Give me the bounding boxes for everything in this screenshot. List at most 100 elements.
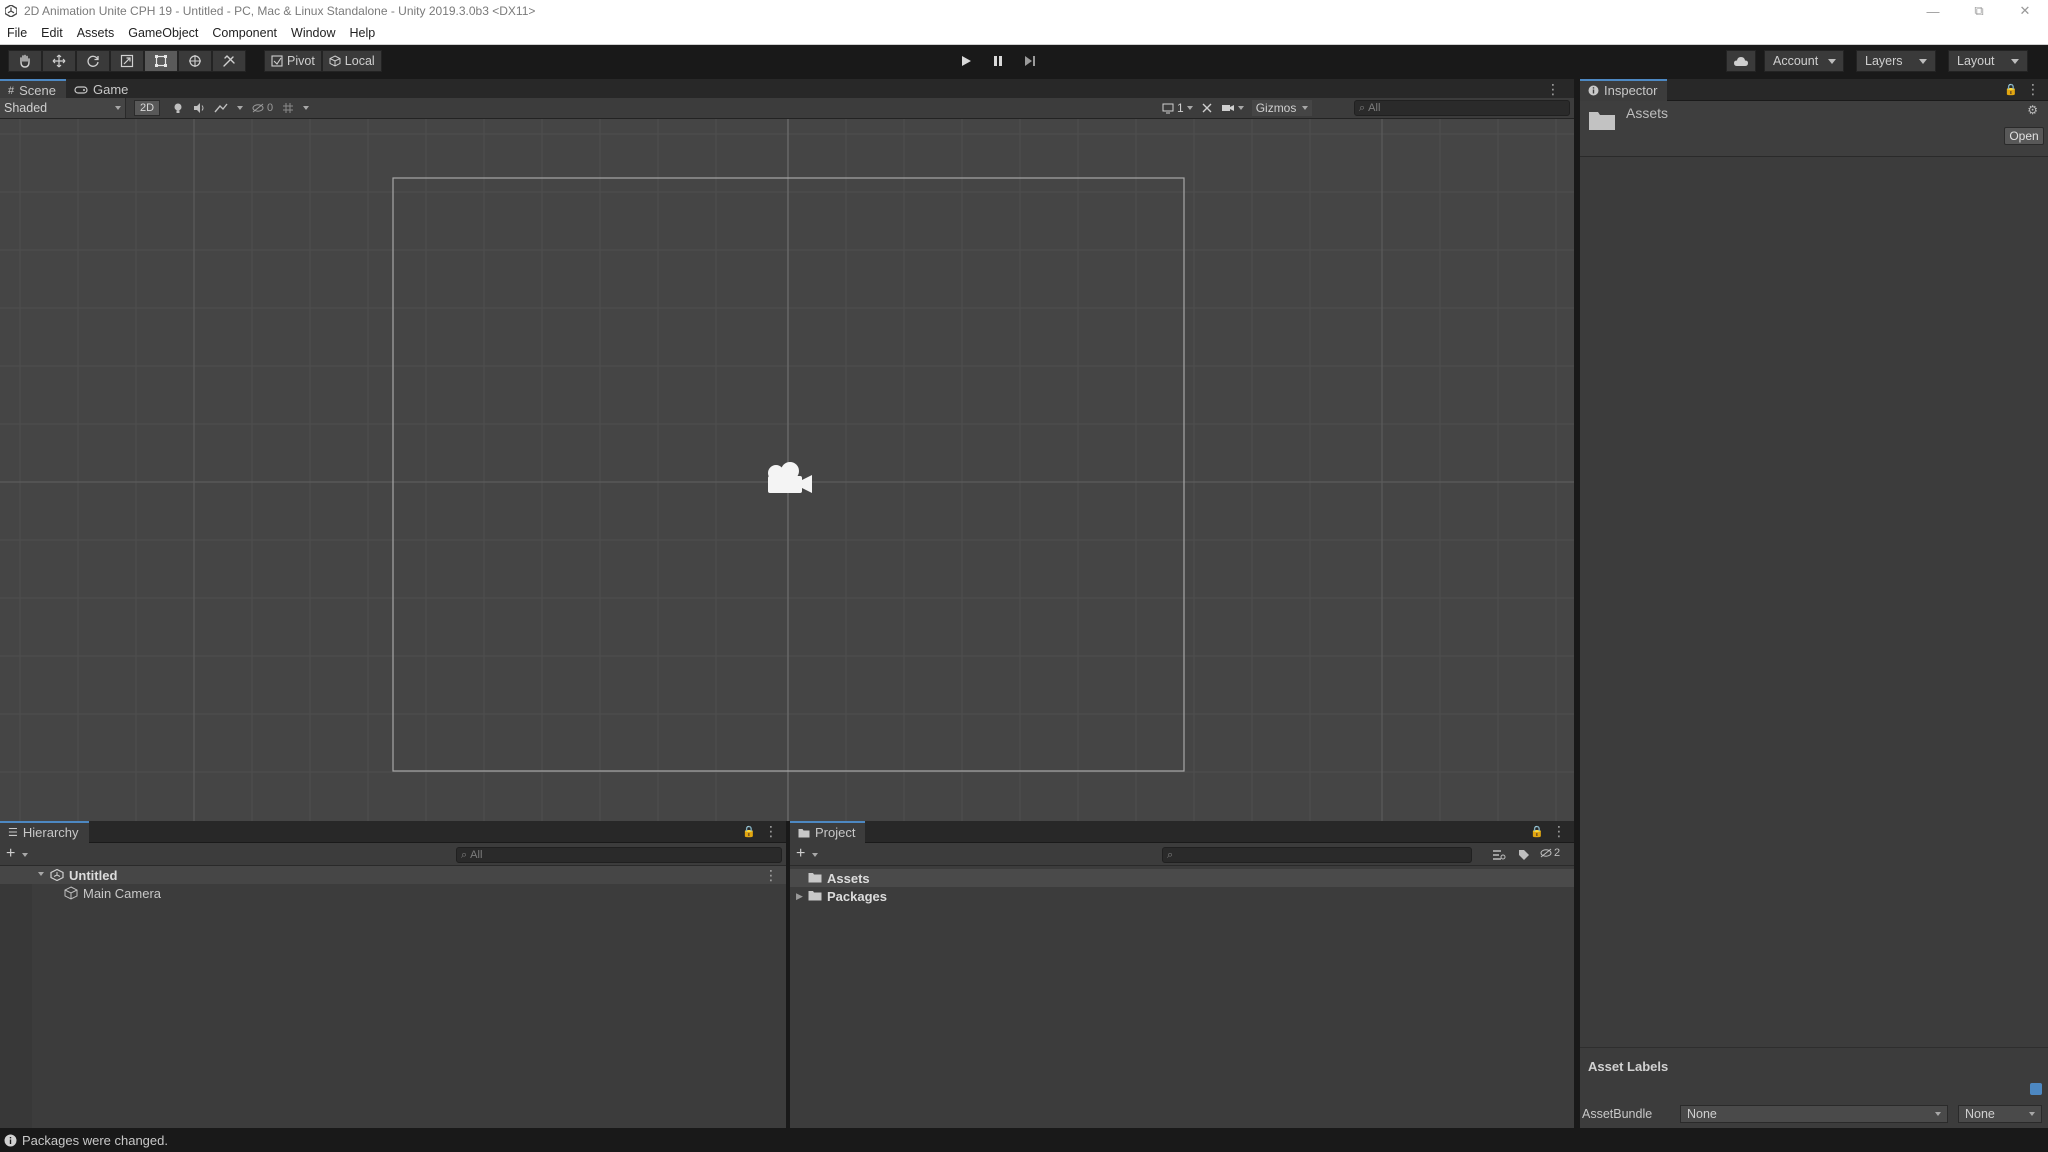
- project-folder-row[interactable]: ▶ Packages: [790, 887, 1574, 905]
- folder-icon: [808, 891, 822, 901]
- main-camera-gizmo-icon[interactable]: [762, 458, 814, 498]
- lock-icon[interactable]: 🔒: [742, 825, 764, 838]
- audio-speaker-icon[interactable]: [193, 102, 205, 114]
- lock-icon[interactable]: 🔒: [1530, 825, 1552, 838]
- tab-project[interactable]: Project: [790, 820, 866, 843]
- tools-wrench-icon: [223, 55, 235, 67]
- scene-search-input[interactable]: ⌕ All: [1354, 100, 1570, 116]
- menu-assets[interactable]: Assets: [70, 22, 122, 45]
- panel-menu-icon[interactable]: ⋮: [1546, 81, 1574, 98]
- effects-icon[interactable]: [214, 102, 228, 114]
- chevron-down-icon[interactable]: [303, 106, 310, 110]
- cloud-button[interactable]: [1726, 50, 1756, 72]
- chevron-down-icon: [1828, 58, 1837, 64]
- chevron-down-icon[interactable]: [22, 853, 28, 857]
- hidden-objects-toggle[interactable]: 0: [252, 102, 273, 114]
- window-titlebar: 2D Animation Unite CPH 19 - Untitled - P…: [0, 0, 2048, 22]
- layout-dropdown[interactable]: Layout: [1948, 50, 2028, 72]
- scene-camera-dropdown[interactable]: [1221, 103, 1244, 113]
- hidden-packages-toggle[interactable]: 2: [1540, 847, 1560, 859]
- unity-scene-icon: [50, 869, 64, 881]
- search-by-type-icon[interactable]: [1492, 849, 1506, 861]
- custom-tool-button[interactable]: [212, 50, 246, 72]
- scale-tool-button[interactable]: [110, 50, 144, 72]
- tab-inspector[interactable]: Inspector: [1580, 78, 1668, 101]
- inspector-tabbar: Inspector 🔒 ⋮: [1580, 78, 2048, 101]
- add-object-button[interactable]: +: [6, 845, 15, 863]
- grid-toggle-icon[interactable]: [282, 102, 294, 114]
- open-button[interactable]: Open: [2004, 127, 2044, 145]
- chevron-down-icon: [1186, 106, 1193, 110]
- cloud-icon: [1734, 57, 1748, 66]
- transform-tool-button[interactable]: [178, 50, 212, 72]
- assetbundle-variant-dropdown[interactable]: None: [1958, 1105, 2042, 1123]
- scene-viewport[interactable]: [0, 119, 1574, 821]
- rotate-tool-button[interactable]: [76, 50, 110, 72]
- gizmos-dropdown[interactable]: Gizmos: [1251, 100, 1313, 116]
- scene-name: Untitled: [69, 867, 118, 883]
- assetbundle-dropdown[interactable]: None: [1680, 1105, 1948, 1123]
- menu-edit[interactable]: Edit: [34, 22, 70, 45]
- account-dropdown[interactable]: Account: [1764, 50, 1844, 72]
- menu-gameobject[interactable]: GameObject: [121, 22, 205, 45]
- lighting-bulb-icon[interactable]: [172, 102, 184, 114]
- minimize-icon[interactable]: —: [1910, 0, 1956, 22]
- pause-icon: [994, 56, 1002, 66]
- step-button[interactable]: [1014, 50, 1046, 72]
- layers-label: Layers: [1865, 54, 1903, 68]
- panel-menu-icon[interactable]: ⋮: [764, 823, 786, 840]
- scene-right-controls: 1 Gizmos: [1162, 100, 1313, 116]
- chevron-right-icon[interactable]: ▶: [796, 891, 803, 902]
- scene-root-row[interactable]: Untitled ⋮: [0, 866, 786, 884]
- tab-hierarchy[interactable]: ☰ Hierarchy: [0, 820, 89, 843]
- project-search-input[interactable]: ⌕: [1162, 847, 1472, 863]
- menu-component[interactable]: Component: [205, 22, 284, 45]
- menu-help[interactable]: Help: [342, 22, 382, 45]
- pivot-toggle-button[interactable]: Pivot: [264, 50, 322, 72]
- panel-menu-icon[interactable]: ⋮: [1552, 823, 1574, 840]
- chevron-down-icon[interactable]: [38, 872, 44, 876]
- mode-2d-toggle[interactable]: 2D: [134, 100, 160, 116]
- chevron-down-icon[interactable]: [812, 853, 818, 857]
- restore-icon[interactable]: ⧉: [1956, 0, 2002, 22]
- hierarchy-search-placeholder: All: [470, 849, 483, 861]
- settings-gear-icon[interactable]: ⚙: [2027, 103, 2038, 117]
- gizmos-label: Gizmos: [1255, 101, 1297, 115]
- chevron-down-icon: [2029, 1112, 2035, 1116]
- project-folder-row[interactable]: Assets: [790, 869, 1574, 887]
- pause-button[interactable]: [982, 50, 1014, 72]
- move-tool-button[interactable]: [42, 50, 76, 72]
- camera-count-dropdown[interactable]: 1: [1162, 101, 1193, 115]
- scene-menu-icon[interactable]: ⋮: [764, 867, 778, 884]
- close-icon[interactable]: ✕: [2002, 0, 2048, 22]
- label-tag-icon[interactable]: [1518, 849, 1530, 861]
- step-forward-icon: [1025, 56, 1035, 66]
- menu-file[interactable]: File: [0, 22, 34, 45]
- tab-inspector-label: Inspector: [1604, 83, 1658, 98]
- panel-menu-icon[interactable]: ⋮: [2026, 81, 2048, 98]
- menu-window[interactable]: Window: [284, 22, 342, 45]
- shading-mode-dropdown[interactable]: Shaded: [0, 98, 126, 118]
- local-toggle-button[interactable]: Local: [321, 50, 382, 72]
- label-tag-icon[interactable]: [2030, 1083, 2042, 1095]
- status-bar: Packages were changed.: [0, 1128, 2048, 1152]
- hand-tool-button[interactable]: [8, 50, 42, 72]
- lock-icon[interactable]: 🔒: [2004, 83, 2026, 96]
- tab-project-label: Project: [815, 825, 856, 840]
- play-button[interactable]: [950, 50, 982, 72]
- hidden-count: 0: [267, 102, 274, 114]
- hidden-packages-count: 2: [1554, 847, 1561, 859]
- gameobject-cube-icon: [64, 886, 78, 900]
- inspector-panel: Assets ⚙ Open Asset Labels AssetBundle N…: [1580, 101, 2048, 1128]
- hierarchy-item[interactable]: Main Camera: [0, 884, 786, 902]
- tools-cross-icon[interactable]: [1201, 102, 1213, 114]
- layers-dropdown[interactable]: Layers: [1856, 50, 1936, 72]
- window-title: 2D Animation Unite CPH 19 - Untitled - P…: [24, 4, 536, 18]
- chevron-down-icon[interactable]: [237, 106, 243, 110]
- transform-all-icon: [189, 55, 201, 67]
- rect-tool-button[interactable]: [144, 50, 178, 72]
- asset-labels-heading: Asset Labels: [1588, 1059, 1669, 1074]
- hierarchy-toolbar: + ⌕ All: [0, 844, 786, 866]
- hierarchy-search-input[interactable]: ⌕ All: [456, 847, 782, 863]
- create-asset-button[interactable]: +: [796, 845, 805, 863]
